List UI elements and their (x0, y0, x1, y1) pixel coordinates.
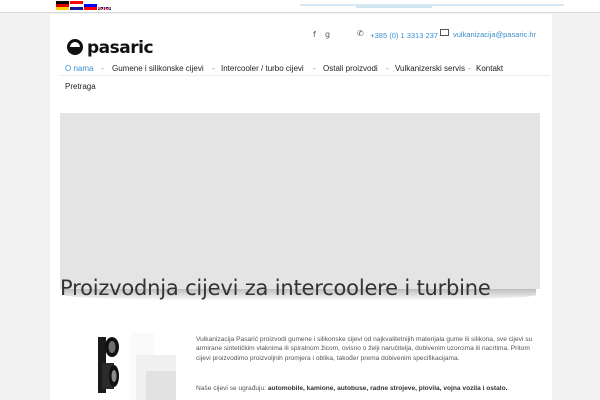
header-accent-line (300, 4, 564, 6)
si-flag-icon[interactable] (84, 1, 97, 10)
svg-text:pasaric: pasaric (87, 38, 153, 57)
nav-item-vulkanizerski-servis[interactable]: Vulkanizerski servis (395, 64, 465, 73)
language-bar (0, 0, 600, 13)
header-accent-line-2 (356, 6, 432, 8)
google-plus-icon[interactable]: g (325, 30, 330, 39)
email-link[interactable]: vulkanizacija@pasaric.hr (453, 30, 536, 39)
nav-separator: - (468, 64, 471, 73)
intro-text: Vulkanizacija Pasarić proizvodi gumene i… (196, 336, 533, 362)
nav-separator: - (386, 64, 389, 73)
hr-flag-icon[interactable] (70, 1, 83, 10)
de-flag-icon[interactable] (56, 1, 69, 10)
nav-item-pretraga[interactable]: Pretraga (65, 82, 96, 91)
mail-icon (440, 29, 449, 36)
nav-separator: - (101, 64, 104, 73)
nav-divider (60, 75, 550, 76)
nav-item-intercooler-turbo[interactable]: Intercooler / turbo cijevi (221, 64, 304, 73)
usage-text: Naše cijevi se ugrađuju: automobile, kam… (196, 384, 542, 393)
nav-item-ostali-proizvodi[interactable]: Ostali proizvodi (323, 64, 378, 73)
page-title: Proizvodnja cijevi za intercoolere i tur… (60, 276, 491, 300)
nav-item-kontakt[interactable]: Kontakt (476, 64, 503, 73)
main-navigation: O nama - Gumene i silikonske cijevi - In… (60, 58, 550, 96)
phone-number[interactable]: +385 (0) 1 3313 237 (366, 30, 438, 41)
nav-separator: - (313, 64, 316, 73)
gb-flag-icon[interactable] (98, 1, 111, 10)
phone-icon: ✆ (357, 29, 364, 38)
usage-list: automobile, kamione, autobuse, radne str… (267, 385, 508, 392)
usage-label: Naše cijevi se ugrađuju: (196, 385, 268, 392)
nav-item-gumene-silikonske[interactable]: Gumene i silikonske cijevi (112, 64, 204, 73)
site-logo[interactable]: pasaric (66, 37, 184, 58)
hose-product-image (88, 333, 180, 400)
hero-slider[interactable] (60, 113, 540, 289)
nav-item-o-nama[interactable]: O nama (65, 64, 93, 73)
nav-separator: - (212, 64, 215, 73)
facebook-icon[interactable]: f (313, 30, 316, 39)
